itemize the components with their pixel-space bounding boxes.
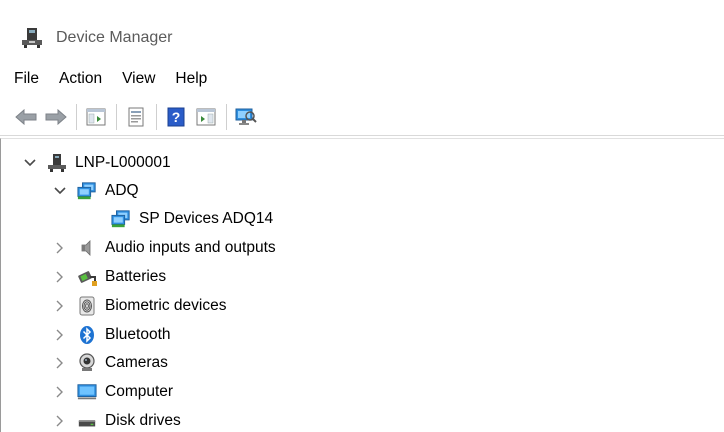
chevron-right-icon[interactable] bbox=[53, 328, 67, 342]
network-monitor-icon bbox=[111, 209, 131, 229]
back-arrow-icon[interactable] bbox=[14, 105, 38, 129]
tree-node-label: LNP-L000001 bbox=[75, 154, 171, 171]
chevron-right-icon[interactable] bbox=[53, 241, 67, 255]
battery-icon bbox=[77, 267, 97, 287]
disk-drive-icon bbox=[77, 411, 97, 431]
tree-node-label: Cameras bbox=[105, 354, 168, 371]
bluetooth-icon bbox=[77, 325, 97, 345]
tree-node-audio-inputs-and-outputs[interactable]: Audio inputs and outputs bbox=[53, 234, 276, 262]
window-top-edge bbox=[0, 0, 724, 12]
tree-node-cameras[interactable]: Cameras bbox=[53, 349, 168, 377]
toolbar: ? bbox=[0, 98, 724, 136]
chevron-right-icon[interactable] bbox=[53, 356, 67, 370]
properties-icon[interactable] bbox=[124, 105, 148, 129]
toolbar-separator bbox=[226, 103, 227, 130]
show-hide-console-tree-icon[interactable] bbox=[84, 105, 108, 129]
speaker-icon bbox=[77, 238, 97, 258]
chevron-down-icon[interactable] bbox=[53, 184, 67, 198]
chevron-down-icon[interactable] bbox=[23, 156, 37, 170]
menu-help[interactable]: Help bbox=[165, 64, 217, 94]
chevron-right-icon[interactable] bbox=[53, 414, 67, 428]
menu-bar: File Action View Help bbox=[0, 64, 724, 94]
tree-node-computer[interactable]: Computer bbox=[53, 378, 173, 406]
tree-node-label: Batteries bbox=[105, 268, 167, 285]
tree-node-label: Computer bbox=[105, 383, 174, 400]
menu-view[interactable]: View bbox=[112, 64, 165, 94]
device-manager-window: Device Manager File Action View Help ? L… bbox=[0, 0, 724, 432]
chevron-right-icon[interactable] bbox=[53, 299, 67, 313]
tree-node-label: ADQ bbox=[105, 182, 139, 199]
scan-hardware-changes-icon[interactable] bbox=[234, 105, 258, 129]
tree-node-adq[interactable]: ADQ bbox=[53, 177, 139, 205]
chevron-right-icon[interactable] bbox=[53, 270, 67, 284]
monitor-icon bbox=[77, 382, 97, 402]
fingerprint-icon bbox=[77, 296, 97, 316]
toolbar-separator bbox=[116, 103, 117, 130]
tree-node-biometric-devices[interactable]: Biometric devices bbox=[53, 292, 226, 320]
camera-icon bbox=[77, 353, 97, 373]
device-manager-app-icon bbox=[20, 26, 44, 50]
network-monitor-icon bbox=[77, 181, 97, 201]
run-icon[interactable] bbox=[194, 105, 218, 129]
chevron-right-icon[interactable] bbox=[53, 385, 67, 399]
tree-node-label: Bluetooth bbox=[105, 326, 171, 343]
title-bar[interactable]: Device Manager bbox=[0, 12, 724, 64]
forward-arrow-icon[interactable] bbox=[44, 105, 68, 129]
computer-tower-icon bbox=[47, 153, 67, 173]
menu-action[interactable]: Action bbox=[49, 64, 112, 94]
device-tree[interactable]: LNP-L000001 ADQ SP Devices ADQ14 Audio i… bbox=[0, 138, 724, 432]
svg-text:?: ? bbox=[172, 109, 181, 125]
tree-node-bluetooth[interactable]: Bluetooth bbox=[53, 321, 171, 349]
tree-node-batteries[interactable]: Batteries bbox=[53, 263, 166, 291]
menu-file[interactable]: File bbox=[0, 64, 49, 94]
tree-node-label: Disk drives bbox=[105, 412, 181, 429]
tree-node-root[interactable]: LNP-L000001 bbox=[23, 149, 171, 177]
help-icon[interactable]: ? bbox=[164, 105, 188, 129]
window-title: Device Manager bbox=[56, 29, 173, 46]
toolbar-separator bbox=[76, 103, 77, 130]
tree-node-disk-drives[interactable]: Disk drives bbox=[53, 407, 181, 432]
tree-node-sp-devices-adq14[interactable]: SP Devices ADQ14 bbox=[111, 205, 273, 233]
tree-node-label: SP Devices ADQ14 bbox=[139, 210, 274, 227]
tree-node-label: Biometric devices bbox=[105, 297, 227, 314]
toolbar-separator bbox=[156, 103, 157, 130]
tree-node-label: Audio inputs and outputs bbox=[105, 239, 276, 256]
